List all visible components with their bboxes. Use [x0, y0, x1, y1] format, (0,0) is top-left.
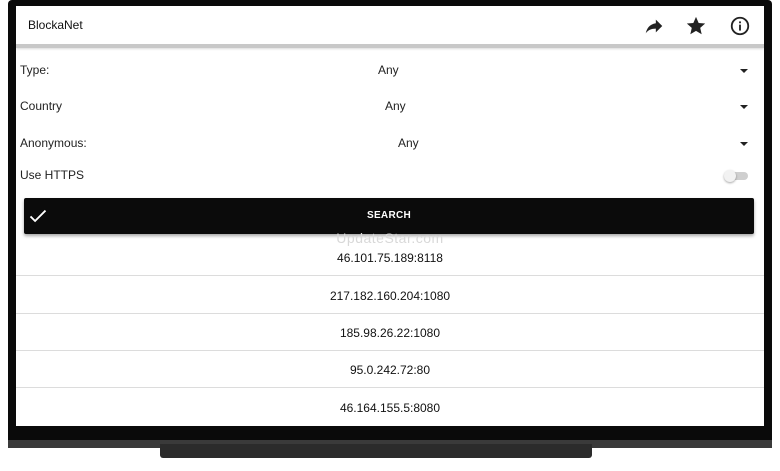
proxy-list-item[interactable]: 185.98.26.22:1080: [16, 314, 764, 351]
dropdown-caret-icon: [740, 69, 748, 73]
proxy-address: 46.164.155.5:8080: [339, 401, 441, 415]
app-screen: BlockaNet Type: Any Country Any Anonymou…: [16, 6, 764, 426]
proxy-list-item[interactable]: 46.164.155.5:8080: [16, 389, 764, 426]
country-value: Any: [385, 99, 406, 113]
proxy-address: 46.101.75.189:8118: [337, 251, 443, 265]
country-dropdown[interactable]: Any: [16, 92, 764, 122]
proxy-list-item[interactable]: 46.101.75.189:8118: [16, 239, 764, 276]
app-bar: BlockaNet: [16, 6, 764, 48]
proxy-address: 95.0.242.72:80: [349, 363, 431, 377]
info-icon[interactable]: [729, 15, 751, 37]
search-button[interactable]: SEARCH: [24, 198, 754, 234]
toggle-thumb: [724, 170, 736, 182]
https-row: Use HTTPS: [16, 161, 764, 191]
proxy-list-item[interactable]: 217.182.160.204:1080: [16, 277, 764, 314]
proxy-address: 185.98.26.22:1080: [339, 326, 441, 340]
type-row: Type: Any: [16, 56, 764, 86]
anonymous-value: Any: [398, 136, 419, 150]
type-value: Any: [378, 63, 399, 77]
country-row: Country Any: [16, 92, 764, 122]
anonymous-row: Anonymous: Any: [16, 129, 764, 159]
proxy-list: 46.101.75.189:8118 217.182.160.204:1080 …: [16, 239, 764, 426]
device-stand: [160, 444, 592, 458]
app-title: BlockaNet: [28, 18, 83, 32]
type-dropdown[interactable]: Any: [16, 56, 764, 86]
star-icon[interactable]: [685, 15, 707, 37]
anonymous-dropdown[interactable]: Any: [16, 129, 764, 159]
search-button-label: SEARCH: [366, 210, 412, 221]
https-label: Use HTTPS: [20, 168, 85, 182]
dropdown-caret-icon: [740, 142, 748, 146]
https-toggle[interactable]: [724, 170, 750, 182]
dropdown-caret-icon: [740, 105, 748, 109]
share-icon[interactable]: [643, 15, 665, 37]
proxy-address: 217.182.160.204:1080: [329, 289, 451, 303]
proxy-list-item[interactable]: 95.0.242.72:80: [16, 351, 764, 388]
